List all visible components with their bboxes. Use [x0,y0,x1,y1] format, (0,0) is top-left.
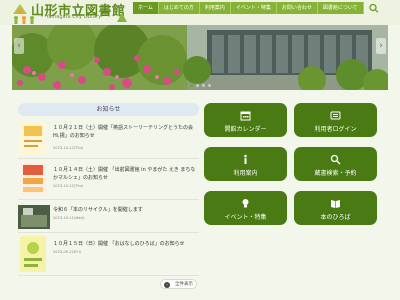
slide-dot[interactable] [189,84,193,87]
news-thumbnail [20,236,46,272]
calendar-icon [240,111,251,121]
tile-label: 蔵書検索・予約 [314,170,357,177]
nav-first-time[interactable]: はじめての方 [158,2,200,14]
tile-search[interactable]: 蔵書検索・予約 [294,147,377,181]
news-date: 2023-10-12(Thu) [53,184,84,188]
hero-image [12,25,388,90]
nav-guide[interactable]: 利用案内 [199,2,231,14]
news-date: 2023-10-11(Wed) [53,216,85,220]
tile-calendar[interactable]: 開館カレンダー [204,103,287,137]
slide-next-button[interactable]: › [376,38,386,54]
book-icon [331,200,340,208]
news-date: 2023-10-12(Thu) [53,146,84,150]
news-thumbnail [20,162,46,196]
tile-label: 利用者ログイン [314,126,357,133]
divider [18,275,199,276]
slide-dot[interactable] [207,84,211,87]
slide-prev-button[interactable]: ‹ [14,38,24,54]
slide-dots [0,84,400,87]
slide-dot[interactable] [195,84,199,87]
view-all-button[interactable]: › 全件表示 [160,279,197,289]
id-card-icon [330,111,341,120]
logo-figures-icon [14,16,34,24]
nav-contact[interactable]: お問い合わせ [276,2,318,14]
tile-label: 開館カレンダー [224,126,267,133]
nav-events[interactable]: イベント・特集 [230,2,277,14]
search-icon [330,154,341,165]
nav-home[interactable]: ホーム [133,2,159,14]
tile-guide[interactable]: 利用案内 [204,147,287,181]
news-thumbnail [20,122,46,156]
tile-login[interactable]: 利用者ログイン [294,103,377,137]
news-heading: お知らせ [18,103,199,116]
nav-about[interactable]: 図書館について [317,2,364,14]
divider [18,158,199,159]
news-title[interactable]: １０月２１日（土）開催「英語ストーリーテリングとうたの会Hi,揚」のお知らせ [53,124,199,140]
news-title[interactable]: １０月１４日（土）開催 「出前図書館 in やまがた えき まちなかマルシェ」の… [53,166,199,182]
logo-tree-icon [117,13,127,22]
news-thumbnail [18,205,50,229]
tile-label: 本のひろば [320,214,351,221]
site-subtitle: Yamagata City Library [46,14,102,20]
search-icon[interactable] [368,3,380,13]
tile-events[interactable]: イベント・特集 [204,191,287,225]
news-title[interactable]: １０月１５日（日）開催 「おはなしのひろば」のお知らせ [53,240,199,248]
tile-label: イベント・特集 [224,214,267,221]
site-header: 山形市立図書館 Yamagata City Library ホーム はじめての方… [0,0,400,25]
tile-books[interactable]: 本のひろば [294,191,377,225]
divider [18,199,199,200]
news-title[interactable]: 令和６「本のリサイクル」を開催します [53,206,199,214]
news-date: 2023-09-22(Fri) [53,250,81,254]
info-icon [244,154,247,164]
divider [18,232,199,233]
slide-dot[interactable] [201,84,205,87]
hero-slideshow[interactable] [12,25,388,90]
tile-label: 利用案内 [233,170,258,177]
global-nav: ホーム はじめての方 利用案内 イベント・特集 お問い合わせ 図書館について [133,2,364,14]
view-all-label: 全件表示 [175,282,193,287]
bulb-icon [242,199,249,208]
arrow-right-icon: › [164,282,170,288]
